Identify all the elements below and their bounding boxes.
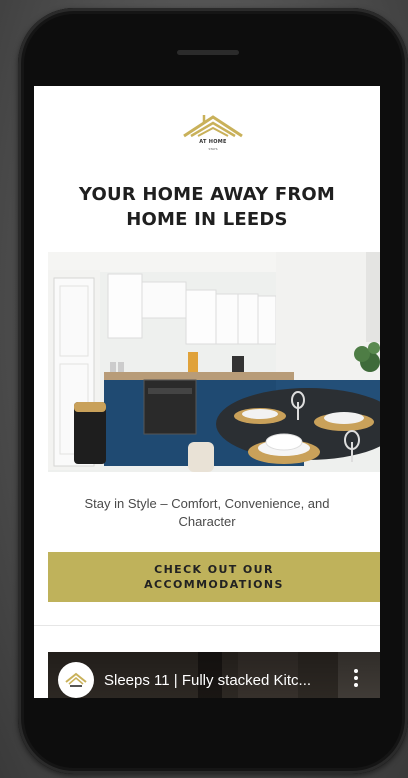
- phone-screen[interactable]: AT HOME STAYS YOUR HOME AWAY FROM HOME I…: [34, 86, 380, 698]
- hero-image: [48, 252, 380, 472]
- section-divider: [34, 625, 380, 626]
- kitchen-illustration: [48, 252, 380, 472]
- page-title: YOUR HOME AWAY FROM HOME IN LEEDS: [78, 184, 336, 230]
- video-embed[interactable]: Sleeps 11 | Fully stacked Kitc...: [48, 652, 380, 698]
- more-options-icon[interactable]: [348, 666, 364, 694]
- roof-logo-icon: [183, 115, 243, 138]
- accommodations-cta-button[interactable]: CHECK OUT OUR ACCOMMODATIONS: [48, 552, 380, 602]
- video-title[interactable]: Sleeps 11 | Fully stacked Kitc...: [104, 672, 336, 689]
- logo-subtext: STAYS: [208, 147, 218, 151]
- tagline: Stay in Style – Comfort, Convenience, an…: [84, 496, 330, 529]
- phone-frame: AT HOME STAYS YOUR HOME AWAY FROM HOME I…: [18, 8, 408, 774]
- logo-name: AT HOME: [199, 139, 227, 145]
- channel-logo-icon: [65, 672, 87, 687]
- brand-logo[interactable]: AT HOME STAYS: [180, 114, 246, 158]
- channel-avatar[interactable]: [58, 662, 94, 698]
- cta-label: CHECK OUT OUR ACCOMMODATIONS: [144, 563, 284, 591]
- speaker-grille: [177, 50, 239, 55]
